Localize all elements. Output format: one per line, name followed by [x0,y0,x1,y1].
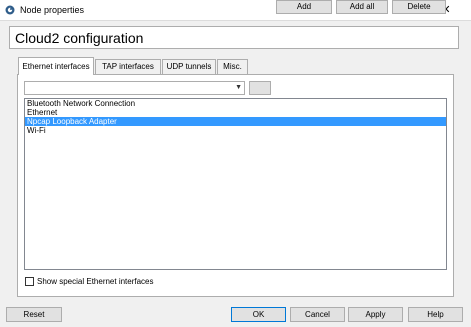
page-title: Cloud2 configuration [15,30,144,46]
show-special-label[interactable]: Show special Ethernet interfaces [37,277,154,287]
cancel-button[interactable]: Cancel [290,307,345,322]
interface-list[interactable]: Bluetooth Network Connection Ethernet Np… [24,98,447,270]
delete-button[interactable]: Delete [392,0,446,14]
app-icon [5,5,15,15]
chevron-down-icon[interactable]: ▼ [235,82,242,94]
tab-udp-tunnels[interactable]: UDP tunnels [162,59,216,74]
add-button[interactable]: Add [276,0,332,14]
ok-button[interactable]: OK [231,307,286,322]
list-item[interactable]: Bluetooth Network Connection [25,99,446,108]
window-title: Node properties [20,5,85,15]
help-button[interactable]: Help [408,307,463,322]
add-all-button[interactable]: Add all [336,0,388,14]
tab-tap-interfaces[interactable]: TAP interfaces [95,59,161,74]
list-item[interactable]: Ethernet [25,108,446,117]
show-special-checkbox[interactable] [25,277,34,286]
tab-misc[interactable]: Misc. [217,59,248,74]
apply-button[interactable]: Apply [348,307,403,322]
interface-combo[interactable]: ▼ [24,81,245,95]
list-item[interactable]: Wi-Fi [25,126,446,135]
reset-button[interactable]: Reset [6,307,62,322]
blank-button[interactable] [249,81,271,95]
list-item-selected[interactable]: Npcap Loopback Adapter [25,117,446,126]
tab-ethernet-interfaces[interactable]: Ethernet interfaces [18,57,94,75]
header-panel: Cloud2 configuration [9,26,459,49]
